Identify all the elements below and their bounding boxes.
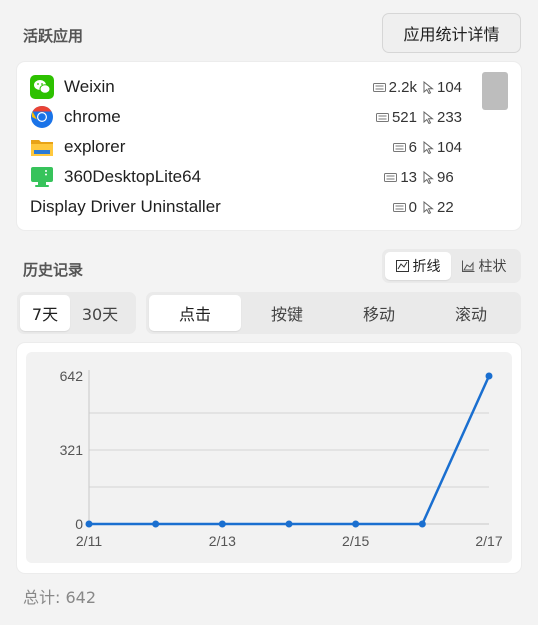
data-point [218, 520, 226, 528]
app-name: Weixin [64, 77, 115, 96]
x-tick-label: 2/15 [342, 533, 369, 549]
cursor-icon [423, 80, 434, 94]
tab-moves[interactable]: 移动 [333, 295, 425, 331]
active-apps-list: Weixin 2.2k 104 chrome 521 233 explorer … [17, 62, 521, 230]
app-row-360desktoplite64[interactable]: 360DesktopLite64 13 96 [30, 162, 475, 192]
history-chart-area: 0 321 642 2/11 2/13 2/15 2/17 [26, 352, 512, 563]
app-row-display-driver-uninstaller[interactable]: Display Driver Uninstaller 0 22 [30, 192, 475, 222]
chrome-icon [31, 106, 53, 128]
desktop-icon [31, 167, 53, 187]
tab-30-days[interactable]: 30天 [70, 295, 130, 331]
key-count: 521 [375, 109, 417, 126]
cursor-icon [423, 200, 434, 214]
weixin-icon [30, 75, 54, 99]
click-count: 233 [423, 109, 475, 126]
metric-tabs: 点击 按键 移动 滚动 [146, 292, 521, 334]
data-point [418, 520, 426, 528]
data-point [85, 520, 93, 528]
app-row-weixin[interactable]: Weixin 2.2k 104 [30, 72, 475, 102]
click-count: 104 [423, 79, 475, 96]
keyboard-icon [384, 172, 398, 182]
x-tick-label: 2/11 [76, 533, 102, 549]
click-count: 104 [423, 139, 475, 156]
app-name: 360DesktopLite64 [64, 167, 202, 186]
click-count: 96 [423, 169, 475, 186]
tab-scroll[interactable]: 滚动 [425, 295, 517, 331]
active-apps-title: 活跃应用 [23, 28, 84, 45]
app-row-chrome[interactable]: chrome 521 233 [30, 102, 475, 132]
app-name: explorer [64, 137, 126, 156]
y-tick-label: 321 [60, 442, 84, 458]
history-chart-card: 0 321 642 2/11 2/13 2/15 2/17 [17, 343, 521, 573]
data-point [285, 520, 293, 528]
range-tabs: 7天 30天 [17, 292, 136, 334]
cursor-icon [423, 170, 434, 184]
line-chart-icon [395, 260, 409, 272]
chart-type-toggle: 折线 柱状 [382, 249, 521, 283]
keyboard-icon [375, 112, 389, 122]
keyboard-icon [372, 82, 386, 92]
click-count: 22 [423, 199, 475, 216]
tab-clicks[interactable]: 点击 [149, 295, 241, 331]
key-count: 0 [392, 199, 417, 216]
y-tick-label: 642 [60, 368, 84, 384]
app-name: chrome [64, 107, 121, 126]
tab-keys[interactable]: 按键 [241, 295, 333, 331]
app-name: Display Driver Uninstaller [30, 197, 221, 216]
history-title: 历史记录 [23, 262, 84, 279]
area-chart-icon [461, 260, 474, 272]
folder-icon [31, 140, 53, 156]
app-row-explorer[interactable]: explorer 6 104 [30, 132, 475, 162]
cursor-icon [423, 140, 434, 154]
bar-chart-toggle[interactable]: 柱状 [451, 252, 517, 280]
total-count: 总计: 642 [23, 588, 97, 607]
cursor-icon [423, 110, 434, 124]
data-point [152, 520, 160, 528]
apps-scrollbar-thumb[interactable] [482, 72, 508, 110]
history-line-chart: 0 321 642 2/11 2/13 2/15 2/17 [60, 368, 503, 549]
keyboard-icon [392, 142, 406, 152]
data-point [485, 372, 493, 380]
app-stats-details-button[interactable]: 应用统计详情 [382, 13, 521, 53]
key-count: 13 [384, 169, 417, 186]
line-chart-toggle[interactable]: 折线 [385, 252, 451, 280]
key-count: 2.2k [372, 79, 417, 96]
y-tick-label: 0 [75, 516, 83, 532]
x-tick-label: 2/17 [475, 533, 502, 549]
tab-7-days[interactable]: 7天 [20, 295, 70, 331]
x-tick-label: 2/13 [209, 533, 236, 549]
keyboard-icon [392, 202, 406, 212]
data-point [352, 520, 360, 528]
key-count: 6 [392, 139, 417, 156]
